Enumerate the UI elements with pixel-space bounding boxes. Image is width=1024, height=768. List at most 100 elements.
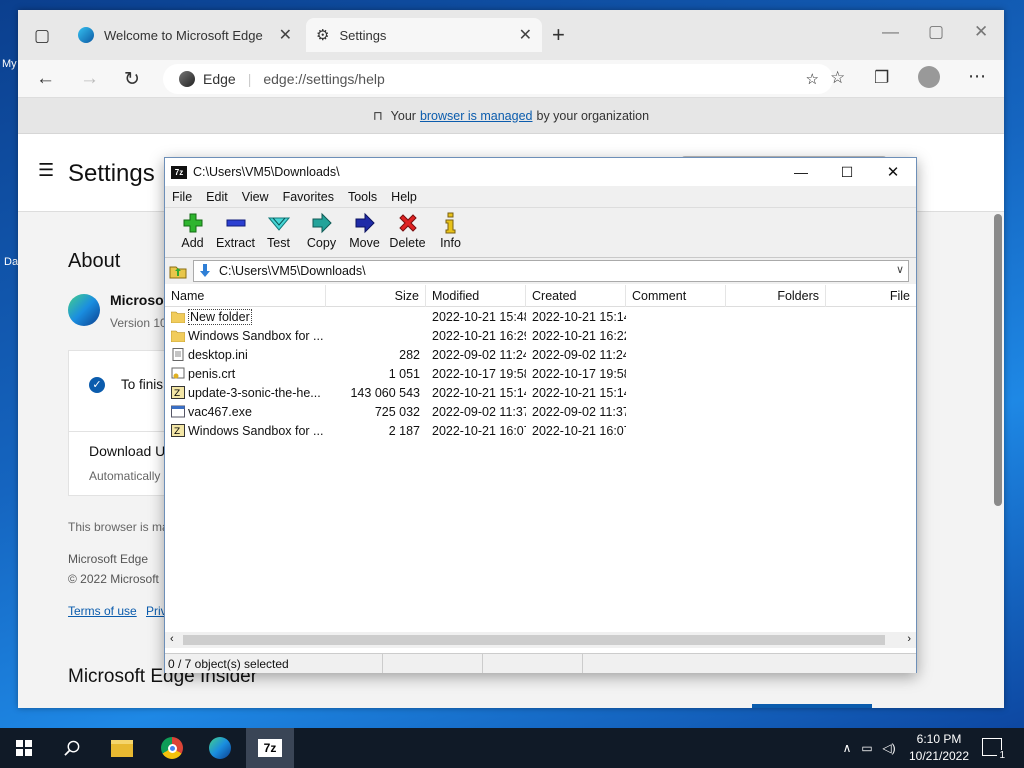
tab-settings[interactable]: ⚙ Settings ✕: [306, 18, 542, 52]
chrome-button[interactable]: [148, 728, 196, 768]
table-row[interactable]: vac467.exe 725 032 2022-09-02 11:37 2022-09…: [165, 402, 916, 421]
exe-icon: [171, 405, 188, 418]
column-name[interactable]: Name: [165, 285, 326, 307]
cell-modified: 2022-09-02 11:37: [432, 404, 526, 419]
close-window-icon[interactable]: ✕: [974, 22, 988, 42]
close-tab-icon[interactable]: ✕: [519, 25, 532, 45]
divider: [69, 431, 169, 432]
file-explorer-button[interactable]: [98, 728, 146, 768]
back-icon[interactable]: ←: [36, 68, 55, 90]
sevenzip-titlebar[interactable]: 7z C:\Users\VM5\Downloads\ — ☐ ✕: [165, 158, 916, 186]
profile-avatar[interactable]: [918, 66, 940, 88]
edge-logo-icon: [68, 294, 100, 326]
download-updates-desc: Automatically: [89, 469, 161, 483]
hamburger-icon[interactable]: ☰: [38, 160, 54, 181]
folder-up-icon[interactable]: [169, 263, 187, 279]
maximize-icon[interactable]: ☐: [824, 164, 870, 181]
cell-name: penis.crt: [165, 367, 326, 381]
site-label: Edge: [203, 71, 236, 87]
menu-file[interactable]: File: [165, 190, 199, 204]
cell-modified: 2022-10-17 19:58: [432, 366, 526, 381]
maximize-icon[interactable]: ▢: [928, 22, 944, 42]
folder-icon: [171, 329, 188, 342]
managed-link[interactable]: browser is managed: [420, 109, 533, 123]
terms-link[interactable]: Terms of use: [68, 604, 137, 618]
gear-icon: ⚙: [316, 27, 330, 44]
edge-button[interactable]: [196, 728, 244, 768]
horizontal-scrollbar[interactable]: ‹ ›: [165, 632, 916, 648]
search-button[interactable]: [48, 728, 96, 768]
new-tab-icon[interactable]: +: [552, 22, 565, 48]
refresh-icon[interactable]: ↻: [124, 68, 140, 91]
column-files[interactable]: File: [826, 285, 916, 307]
menu-tools[interactable]: Tools: [341, 190, 384, 204]
scroll-thumb[interactable]: [183, 635, 885, 645]
column-created[interactable]: Created: [526, 285, 626, 307]
extract-button[interactable]: Extract: [214, 208, 257, 257]
favorites-icon[interactable]: ☆: [830, 68, 845, 88]
clock[interactable]: 6:10 PM 10/21/2022: [906, 731, 972, 765]
cell-size: 725 032: [374, 404, 420, 419]
network-icon[interactable]: ▭: [856, 741, 878, 755]
forward-icon[interactable]: →: [80, 68, 99, 90]
test-button[interactable]: Test: [257, 208, 300, 257]
notification-button[interactable]: 1: [982, 738, 1007, 761]
cell-name: New folder: [165, 308, 326, 325]
menu-view[interactable]: View: [235, 190, 276, 204]
file-rows: New folder 2022-10-21 15:48 2022-10-21 15:…: [165, 307, 916, 440]
cell-name: desktop.ini: [165, 348, 326, 362]
cell-created: 2022-09-02 11:37: [532, 404, 626, 419]
more-icon[interactable]: ⋯: [968, 66, 986, 87]
table-row[interactable]: penis.crt 1 051 2022-10-17 19:58 2022-10-17…: [165, 364, 916, 383]
desktop-icon-label[interactable]: My: [2, 58, 17, 70]
scroll-left-icon[interactable]: ‹: [170, 633, 174, 645]
menu-favorites[interactable]: Favorites: [276, 190, 341, 204]
file-list: Name Size Modified Created Comment Folde…: [165, 285, 916, 633]
close-window-icon[interactable]: ✕: [870, 163, 916, 181]
column-folders[interactable]: Folders: [726, 285, 826, 307]
table-row[interactable]: Windows Sandbox for ... 2022-10-21 16:29 2…: [165, 326, 916, 345]
briefcase-icon: ⊓: [372, 109, 383, 123]
table-row[interactable]: Zupdate-3-sonic-the-he... 143 060 543 2022…: [165, 383, 916, 402]
move-button[interactable]: Move: [343, 208, 386, 257]
minimize-icon[interactable]: —: [778, 164, 824, 180]
insider-button[interactable]: [752, 704, 872, 708]
column-modified[interactable]: Modified: [426, 285, 526, 307]
move-icon: [355, 212, 375, 234]
tab-welcome[interactable]: Welcome to Microsoft Edge ✕: [68, 18, 302, 52]
tab-label: Welcome to Microsoft Edge: [104, 27, 263, 43]
settings-scrollbar[interactable]: [994, 214, 1002, 506]
address-input[interactable]: Edge | edge://settings/help ☆: [163, 64, 833, 94]
add-favorite-icon[interactable]: ☆: [806, 70, 819, 88]
desktop-icon-label[interactable]: Da: [4, 256, 18, 268]
menu-help[interactable]: Help: [384, 190, 424, 204]
chevron-up-icon[interactable]: ∧: [838, 741, 856, 755]
page-title: Settings: [68, 160, 155, 187]
delete-button[interactable]: Delete: [386, 208, 429, 257]
cell-name: vac467.exe: [165, 405, 326, 419]
sevenzip-button[interactable]: 7z: [246, 728, 294, 768]
close-tab-icon[interactable]: ✕: [279, 25, 292, 45]
volume-icon[interactable]: ◁): [878, 741, 900, 755]
path-input[interactable]: C:\Users\VM5\Downloads\ ∨: [193, 260, 909, 282]
info-button[interactable]: Info: [429, 208, 472, 257]
add-button[interactable]: Add: [171, 208, 214, 257]
table-row[interactable]: New folder 2022-10-21 15:48 2022-10-21 15:…: [165, 307, 916, 326]
column-size[interactable]: Size: [326, 285, 426, 307]
path-bar: C:\Users\VM5\Downloads\ ∨: [165, 258, 916, 284]
column-comment[interactable]: Comment: [626, 285, 726, 307]
clock-date: 10/21/2022: [908, 749, 970, 763]
scroll-right-icon[interactable]: ›: [907, 633, 911, 645]
cell-size: 282: [399, 347, 420, 362]
cell-created: 2022-10-21 16:22: [532, 328, 626, 343]
copy-button[interactable]: Copy: [300, 208, 343, 257]
chevron-down-icon[interactable]: ∨: [896, 263, 904, 276]
menu-edit[interactable]: Edit: [199, 190, 235, 204]
archive-icon: Z: [171, 424, 188, 437]
table-row[interactable]: Z Windows Sandbox for ... 2 187 2022-10-21 …: [165, 421, 916, 440]
start-button[interactable]: [0, 728, 48, 768]
tab-actions-icon[interactable]: ▢: [34, 26, 50, 46]
table-row[interactable]: desktop.ini 282 2022-09-02 11:24 2022-09-02…: [165, 345, 916, 364]
minimize-icon[interactable]: —: [882, 22, 899, 42]
collections-icon[interactable]: ❐: [874, 68, 889, 88]
